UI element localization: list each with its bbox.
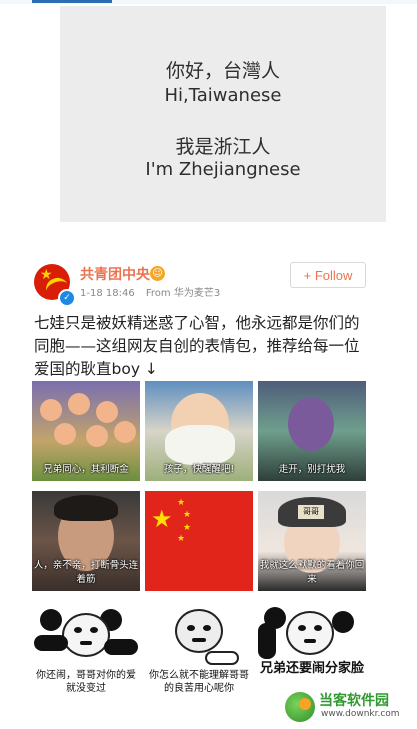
grandpa-beard bbox=[165, 425, 235, 465]
cartoon-figure bbox=[288, 397, 334, 451]
panda-face bbox=[286, 611, 334, 655]
gourd-brother-head bbox=[68, 393, 90, 415]
panda-eye bbox=[314, 625, 322, 631]
panda-arm bbox=[34, 635, 68, 651]
man-hair bbox=[54, 495, 118, 521]
post-text: 七娃只是被妖精迷惑了心智，他永远都是你们的同胞——这组网友自创的表情包，推荐给每… bbox=[34, 314, 360, 378]
gourd-brother-head bbox=[114, 421, 136, 443]
meme-eye bbox=[203, 625, 211, 631]
meme-mouth bbox=[192, 638, 206, 642]
greeting-image: 你好，台灣人 Hi,Taiwanese 我是浙江人 I'm Zhejiangne… bbox=[60, 6, 386, 222]
flag-small-star-icon: ★ bbox=[177, 534, 186, 544]
watermark: 当客软件园 www.downkr.com bbox=[285, 690, 415, 724]
panda-eye bbox=[298, 625, 306, 631]
image-caption: 人，亲不亲，打断骨头连着筋 bbox=[33, 560, 139, 585]
image-caption: 兄弟同心，其利断金 bbox=[43, 464, 129, 475]
gourd-brother-head bbox=[40, 399, 62, 421]
image-caption: 孩子，快醒醒吧! bbox=[163, 464, 235, 475]
china-flag-image[interactable]: ★ ★ ★ ★ ★ bbox=[145, 491, 253, 591]
image-cell[interactable]: 人，亲不亲，打断骨头连着筋 bbox=[32, 491, 140, 591]
watermark-name: 当客软件园 bbox=[319, 693, 389, 709]
image-caption: 你怎么就不能理解哥哥的良苦用心呢你 bbox=[149, 670, 249, 694]
author-name[interactable]: 共青团中央 bbox=[80, 264, 150, 284]
panda-meme-cell[interactable]: 你怎么就不能理解哥哥的良苦用心呢你 bbox=[145, 603, 253, 703]
panda-arm bbox=[104, 639, 138, 655]
post-time: 1-18 18:46 bbox=[80, 288, 135, 299]
image-grid: 兄弟同心，其利断金 孩子，快醒醒吧! 走开，别打扰我 人，亲不亲，打断骨头连着筋… bbox=[32, 381, 368, 711]
panda-eye bbox=[90, 627, 98, 633]
image-caption: 你还闹，哥哥对你的爱就没变过 bbox=[36, 670, 136, 694]
image-cell[interactable]: 走开，别打扰我 bbox=[258, 381, 366, 481]
panda-meme-cell[interactable]: 兄弟还要闹分家脸 bbox=[258, 603, 366, 703]
hat-label: 哥哥 bbox=[298, 505, 324, 519]
image-caption: 我就这么默默的看着你回来 bbox=[259, 560, 365, 585]
verified-icon: ✓ bbox=[58, 289, 76, 307]
gourd-brother-head bbox=[86, 425, 108, 447]
panda-ear bbox=[40, 609, 62, 631]
weibo-post: ★ ✓ 共青团中央 ☺ 1-18 18:46 From 华为麦芒3 + Foll… bbox=[20, 256, 398, 718]
greeting-line-3: 我是浙江人 bbox=[175, 136, 271, 158]
gourd-brother-head bbox=[96, 401, 118, 423]
greeting-line-1: 你好，台灣人 bbox=[165, 60, 280, 82]
post-source: From 华为麦芒3 bbox=[145, 288, 221, 299]
panda-eye bbox=[74, 627, 82, 633]
post-meta: 1-18 18:46 From 华为麦芒3 bbox=[80, 284, 228, 299]
follow-button[interactable]: + Follow bbox=[290, 262, 366, 288]
image-cell[interactable]: 哥哥 我就这么默默的看着你回来 bbox=[258, 491, 366, 591]
flag-small-star-icon: ★ bbox=[177, 498, 186, 508]
image-caption: 兄弟还要闹分家脸 bbox=[259, 661, 364, 676]
watermark-url: www.downkr.com bbox=[321, 709, 400, 719]
panda-mouth bbox=[80, 641, 92, 645]
vip-badge-icon: ☺ bbox=[150, 266, 165, 281]
pointing-hand bbox=[205, 651, 239, 665]
image-cell[interactable]: 兄弟同心，其利断金 bbox=[32, 381, 140, 481]
greeting-line-4: I'm Zhejiangnese bbox=[145, 159, 301, 180]
meme-eye bbox=[187, 625, 195, 631]
panda-mouth bbox=[304, 639, 316, 643]
flag-big-star-icon: ★ bbox=[151, 505, 173, 533]
image-caption: 走开，别打扰我 bbox=[278, 464, 346, 475]
flag-small-star-icon: ★ bbox=[183, 523, 192, 533]
image-cell[interactable]: 孩子，快醒醒吧! bbox=[145, 381, 253, 481]
site-logo-icon bbox=[285, 692, 315, 722]
top-accent-bar bbox=[32, 0, 112, 3]
flag-small-star-icon: ★ bbox=[183, 510, 192, 520]
meme-face bbox=[175, 609, 223, 653]
panda-arm bbox=[258, 623, 276, 659]
panda-face bbox=[62, 613, 110, 657]
gourd-brother-head bbox=[54, 423, 76, 445]
panda-meme-cell[interactable]: 你还闹，哥哥对你的爱就没变过 bbox=[32, 603, 140, 703]
greeting-line-2: Hi,Taiwanese bbox=[164, 85, 282, 106]
panda-ear bbox=[332, 611, 354, 633]
